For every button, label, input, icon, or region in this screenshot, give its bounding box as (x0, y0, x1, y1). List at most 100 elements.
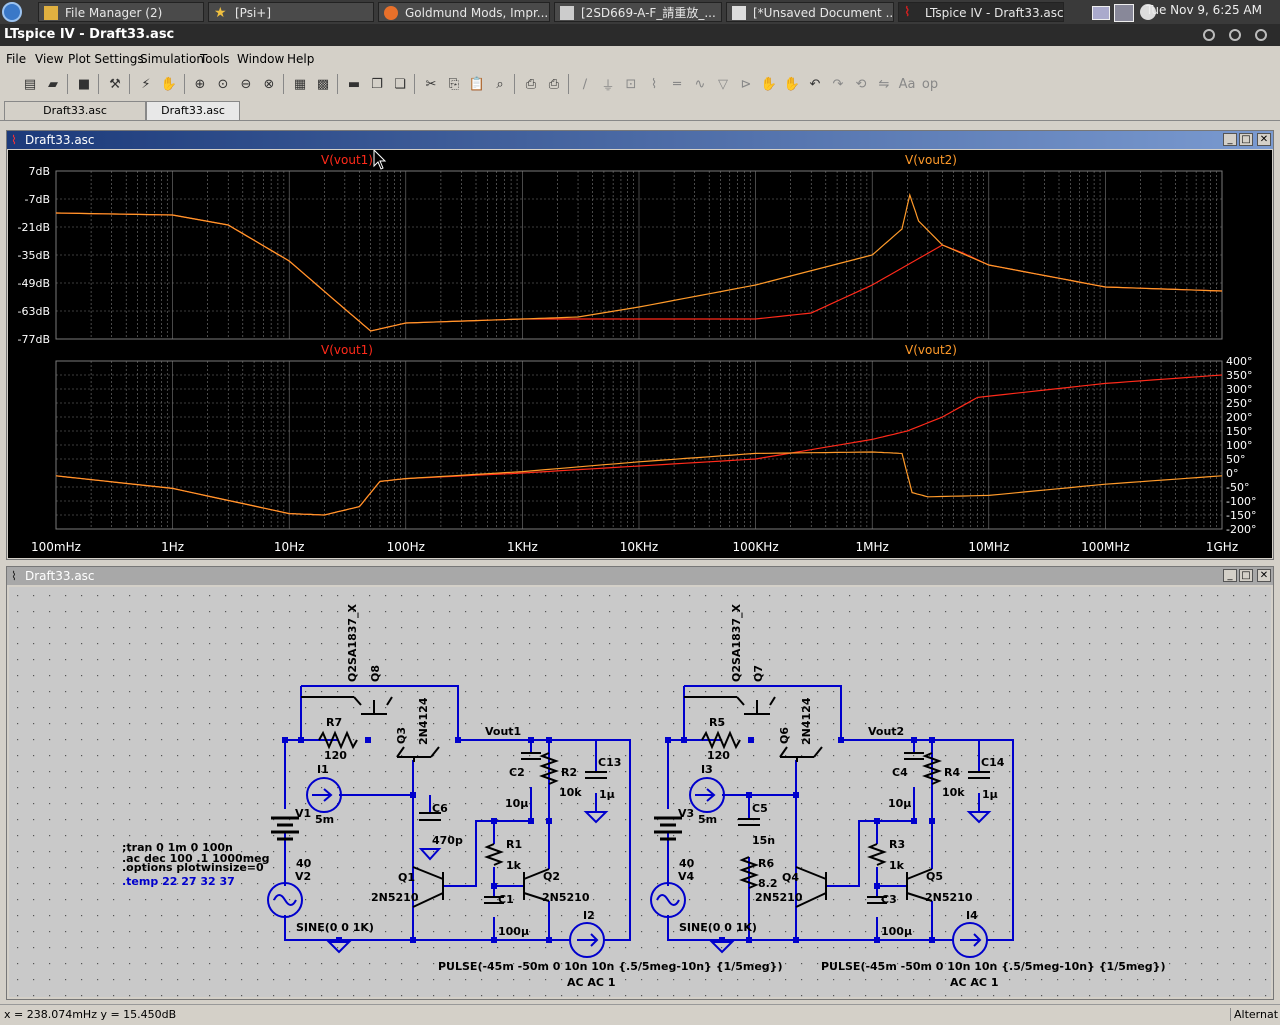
tray-network-icon[interactable] (1114, 4, 1134, 22)
plot-window-icon: ⌇ (11, 133, 17, 147)
save-icon[interactable]: ■ (74, 74, 94, 94)
copy-icon[interactable]: ⎘ (444, 74, 464, 94)
task-document[interactable]: [2SD669-A-F_請重放_... (554, 2, 722, 22)
find-icon[interactable]: ⌕ (490, 74, 510, 94)
trace-label-vout2-mag[interactable]: V(vout2) (905, 153, 957, 167)
tray-mail-icon[interactable] (1092, 6, 1110, 20)
trace-label-vout2-phase[interactable]: V(vout2) (905, 343, 957, 357)
task-text-editor[interactable]: [*Unsaved Document ... (726, 2, 894, 22)
wire-junction (410, 792, 416, 798)
wire-junction (410, 937, 416, 943)
x-tick-label: 10KHz (620, 540, 658, 554)
diode-icon[interactable]: ▽ (713, 74, 733, 94)
status-bar: x = 238.074mHz y = 15.450dB Alternat (0, 1004, 1280, 1025)
menu-help[interactable]: Help (287, 52, 314, 66)
y-tick-label: 200° (1226, 411, 1253, 424)
move-icon[interactable]: ✋ (759, 74, 779, 94)
zoom-area-icon[interactable]: ⊙ (213, 74, 233, 94)
open-icon[interactable]: ▰ (43, 74, 63, 94)
directive-temp[interactable]: .temp 22 27 32 37 (122, 875, 235, 888)
tab-draft33-schematic[interactable]: Draft33.asc (4, 101, 146, 120)
q7-model-label: Q2SA1837_X (730, 603, 743, 682)
plot-minimize-button[interactable]: _ (1223, 133, 1237, 146)
trace-label-vout1-mag[interactable]: V(vout1) (321, 153, 373, 167)
redo-icon[interactable]: ↷ (828, 74, 848, 94)
task-psi[interactable]: ★ [Psi+] (208, 2, 374, 22)
mirror-icon[interactable]: ⇋ (874, 74, 894, 94)
zoom-in-icon[interactable]: ⊕ (190, 74, 210, 94)
menu-view[interactable]: View (35, 52, 63, 66)
wire-icon[interactable]: ∕ (575, 74, 595, 94)
c1-label: C1 (498, 893, 514, 906)
y-tick-label: -50° (1226, 481, 1249, 494)
control-panel-icon[interactable]: ⚒ (105, 74, 125, 94)
cut-icon[interactable]: ✂ (421, 74, 441, 94)
drag-icon[interactable]: ✋ (782, 74, 802, 94)
inductor-icon[interactable]: ∿ (690, 74, 710, 94)
directive-options[interactable]: .options plotwinsize=0 (122, 861, 264, 874)
toolbar-divider (184, 74, 185, 94)
wire-junction (491, 818, 497, 824)
task-firefox[interactable]: Goldmund Mods, Impr... (378, 2, 550, 22)
plot-window-titlebar[interactable]: ⌇ Draft33.asc _ □ ✕ (7, 131, 1273, 149)
component-icon[interactable]: ⊳ (736, 74, 756, 94)
y-tick-label: 150° (1226, 425, 1253, 438)
wire-junction (455, 737, 461, 743)
tile-vertical-icon[interactable]: ❏ (390, 74, 410, 94)
schematic-window-titlebar[interactable]: ⌇ Draft33.asc _ □ ✕ (7, 567, 1273, 585)
schematic-close-button[interactable]: ✕ (1257, 569, 1271, 582)
i4-current-source[interactable] (952, 922, 988, 958)
autorange-icon[interactable]: ▦ (290, 74, 310, 94)
menu-plot-settings[interactable]: Plot Settings (68, 52, 144, 66)
undo-icon[interactable]: ↶ (805, 74, 825, 94)
halt-icon[interactable]: ✋ (159, 74, 179, 94)
trace-label-vout1-phase[interactable]: V(vout1) (321, 343, 373, 357)
menu-simulation[interactable]: Simulation (140, 52, 204, 66)
i2-current-source[interactable] (569, 922, 605, 958)
zoom-out-icon[interactable]: ⊖ (236, 74, 256, 94)
x-tick-label: 100KHz (733, 540, 779, 554)
rotate-icon[interactable]: ⟲ (851, 74, 871, 94)
task-file-manager[interactable]: File Manager (2) (38, 2, 204, 22)
plot-close-button[interactable]: ✕ (1257, 133, 1271, 146)
tab-draft33-plot[interactable]: Draft33.asc (146, 101, 240, 120)
task-ltspice[interactable]: ⌇ LTspice IV - Draft33.asc (898, 2, 1064, 22)
q4-label: Q4 (782, 871, 799, 884)
capacitor-icon[interactable]: ═ (667, 74, 687, 94)
plot-restore-button[interactable]: □ (1239, 133, 1253, 146)
ground-icon[interactable]: ⏚ (598, 74, 618, 94)
y-tick-label: 7dB (28, 165, 50, 178)
menu-file[interactable]: File (6, 52, 26, 66)
schematic-minimize-button[interactable]: _ (1223, 569, 1237, 582)
print-preview-icon[interactable]: ⎙ (521, 74, 541, 94)
pulse1-label: PULSE(-45m -50m 0 10n 10n {.5/5meg-10n} … (438, 960, 783, 973)
label-net-icon[interactable]: ⊡ (621, 74, 641, 94)
tile-horizontal-icon[interactable]: ▬ (344, 74, 364, 94)
schematic-canvas[interactable]: ;tran 0 1m 0 100n .ac dec 100 .1 1000meg… (9, 587, 1271, 997)
cascade-icon[interactable]: ❐ (367, 74, 387, 94)
minimize-button[interactable] (1203, 29, 1215, 41)
paste-icon[interactable]: 📋 (467, 74, 487, 94)
menu-tools[interactable]: Tools (200, 52, 230, 66)
new-schematic-icon[interactable]: ▤ (20, 74, 40, 94)
c1-value: 100µ (498, 925, 529, 938)
run-icon[interactable]: ⚡ (136, 74, 156, 94)
maximize-button[interactable] (1229, 29, 1241, 41)
menu-window[interactable]: Window (237, 52, 284, 66)
y-tick-label: -49dB (18, 277, 51, 290)
v1-value: 40 (296, 857, 312, 870)
text-icon[interactable]: Aa (897, 74, 917, 94)
zoom-fit-icon[interactable]: ⊗ (259, 74, 279, 94)
resistor-icon[interactable]: ⌇ (644, 74, 664, 94)
print-icon[interactable]: ⎙ (544, 74, 564, 94)
bode-plot[interactable]: 7dB -7dB -21dB -35dB -49dB -63dB -77dB 400°350°… (8, 150, 1272, 558)
grid-icon[interactable]: ▩ (313, 74, 333, 94)
start-menu-icon[interactable] (2, 2, 22, 22)
close-button[interactable] (1255, 29, 1267, 41)
c14-label: C14 (981, 756, 1005, 769)
wire-junction (911, 737, 917, 743)
spice-directive-icon[interactable]: op (920, 74, 940, 94)
y-tick-label: 250° (1226, 397, 1253, 410)
schematic-restore-button[interactable]: □ (1239, 569, 1253, 582)
r2-value: 10k (559, 786, 582, 799)
